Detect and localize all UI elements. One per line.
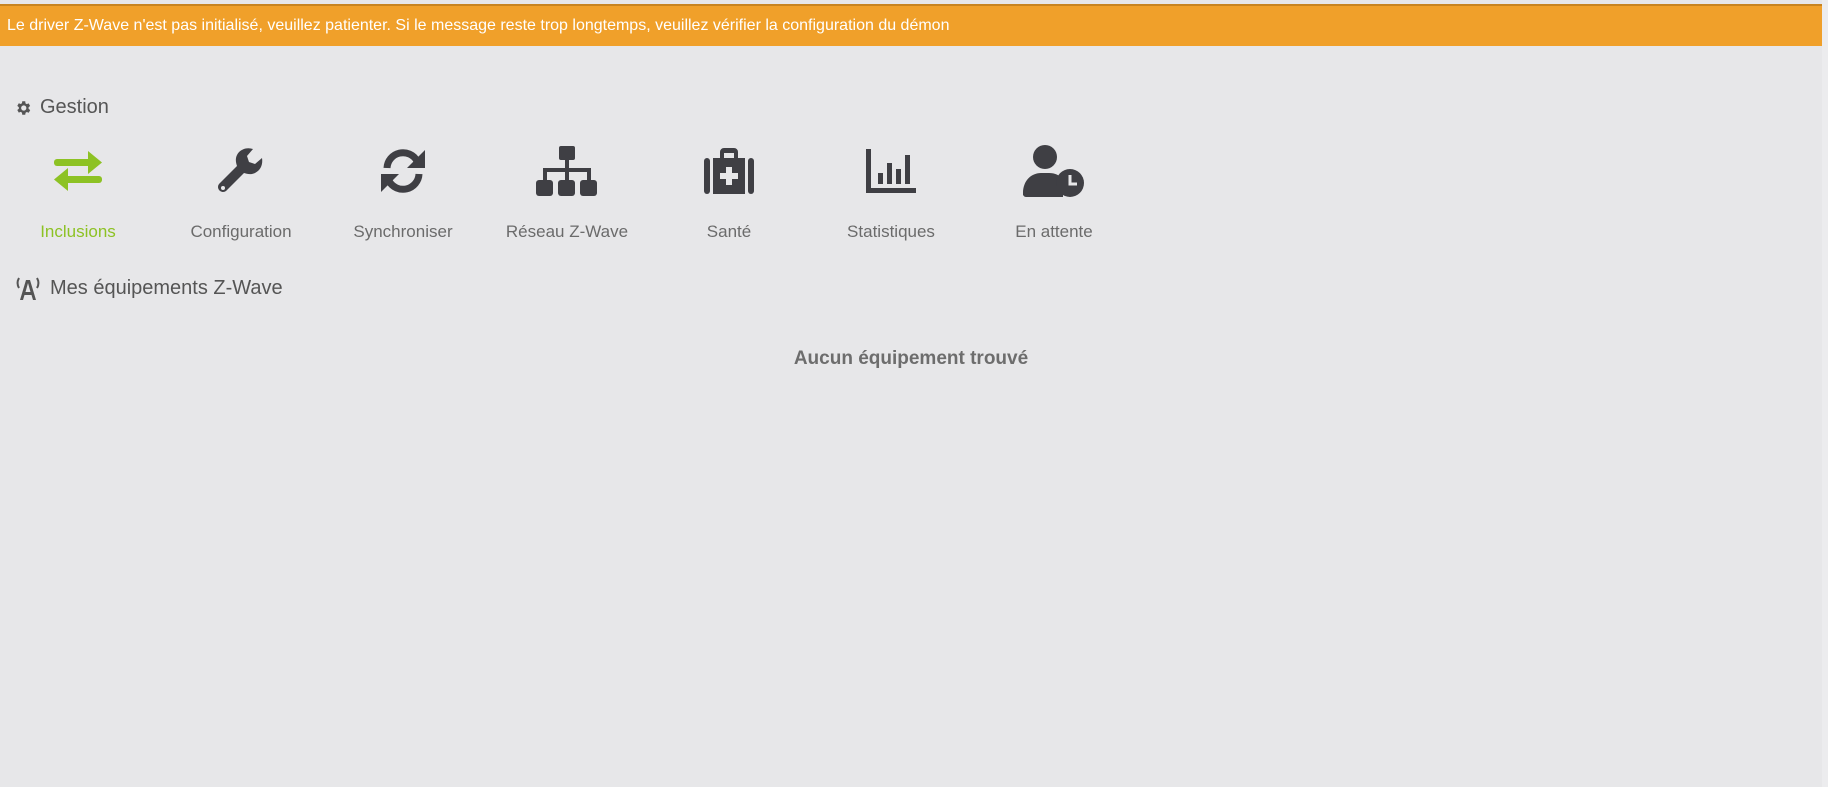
synchroniser-button[interactable]: Synchroniser [322,140,484,242]
wireless-antenna-icon [16,277,40,300]
reseau-zwave-label: Réseau Z-Wave [505,222,629,241]
refresh-icon [381,149,425,193]
empty-devices-message: Aucun équipement trouvé [793,348,1029,369]
medkit-icon [704,148,754,194]
inclusions-label: Inclusions [40,222,116,241]
sitemap-icon [536,146,597,196]
driver-warning-banner: Le driver Z-Wave n'est pas initialisé, v… [0,4,1822,46]
statistiques-label: Statistiques [847,222,935,241]
en-attente-button[interactable]: En attente [973,140,1135,242]
statistiques-button[interactable]: Statistiques [810,140,972,242]
sante-button[interactable]: Santé [648,140,810,242]
synchroniser-label: Synchroniser [353,222,453,241]
user-clock-icon [1023,145,1084,197]
scrollbar-gutter [1822,0,1828,787]
wrench-icon [218,148,263,192]
exchange-icon [54,151,102,191]
devices-header: Mes équipements Z-Wave [14,276,283,300]
banner-message: Le driver Z-Wave n'est pas initialisé, v… [7,17,950,34]
reseau-zwave-button[interactable]: Réseau Z-Wave [486,140,648,242]
configuration-label: Configuration [190,222,292,241]
gear-icon [17,100,31,115]
configuration-button[interactable]: Configuration [160,140,322,242]
en-attente-label: En attente [1015,222,1093,241]
bar-chart-icon [866,149,916,193]
gestion-title: Gestion [40,96,109,118]
devices-title: Mes équipements Z-Wave [50,276,283,299]
inclusions-button[interactable]: Inclusions [0,140,159,242]
sante-label: Santé [706,222,752,241]
gestion-header: Gestion [14,96,109,119]
